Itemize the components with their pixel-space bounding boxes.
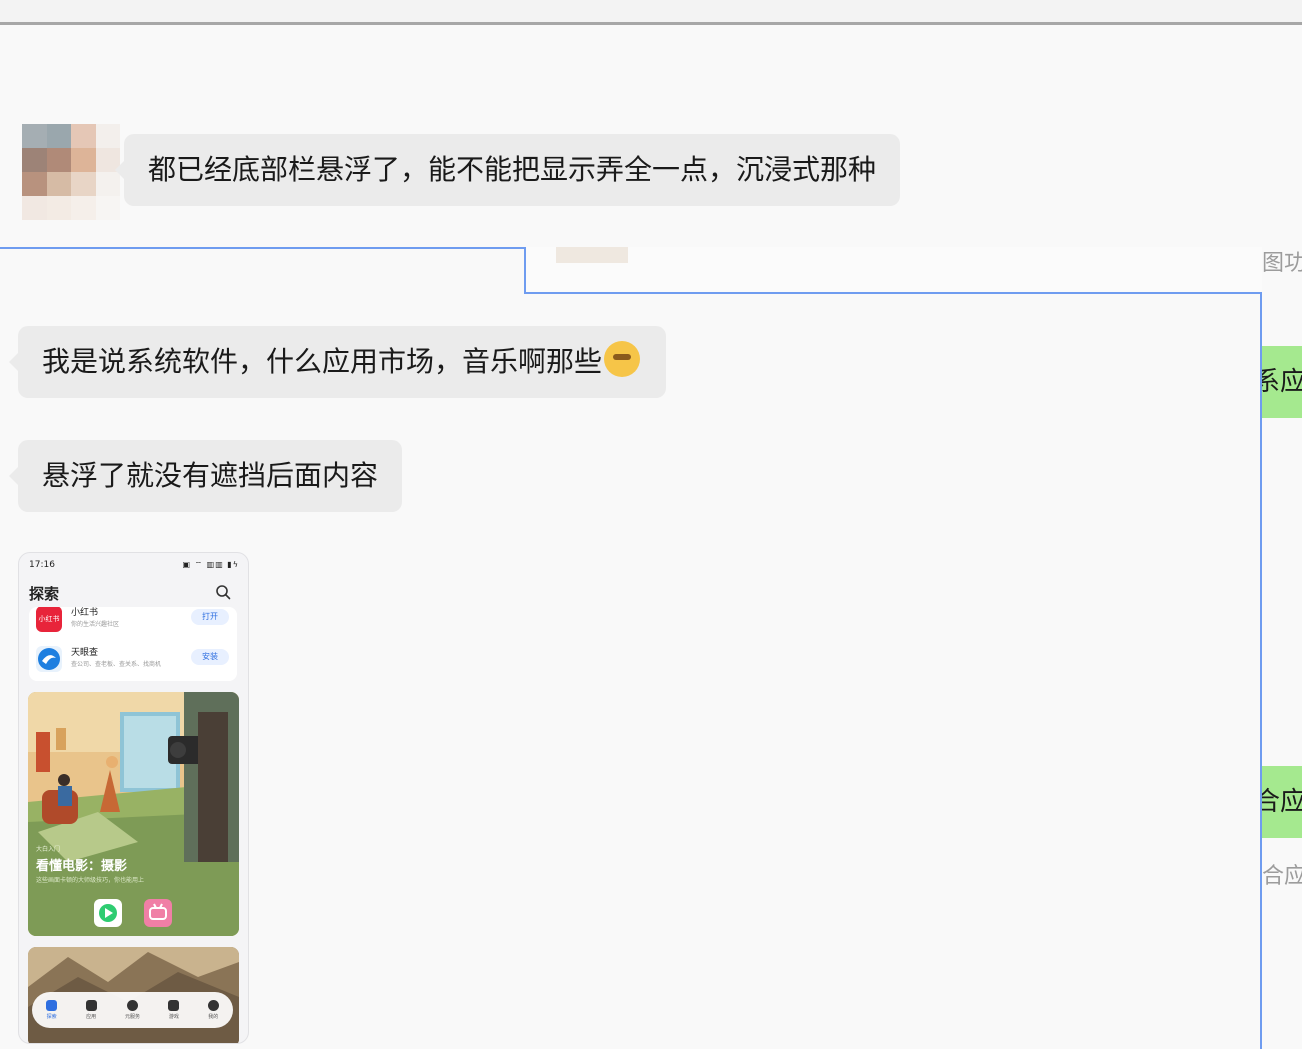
banner-desc: 这些画面卡顿的大师级技巧，你也能用上 bbox=[36, 877, 145, 884]
chat-message[interactable]: 我是说系统软件，什么应用市场，音乐啊那些 bbox=[9, 326, 666, 398]
app-desc: 你的生活兴趣社区 bbox=[71, 621, 120, 628]
home-icon bbox=[46, 1000, 58, 1011]
app-name: 天眼查 bbox=[71, 648, 99, 658]
install-button[interactable]: 安装 bbox=[191, 649, 229, 665]
bottom-tab-bar: 探索 应用 元服务 游戏 我的 bbox=[32, 992, 233, 1028]
xiaohongshu-icon: 小红书 bbox=[36, 607, 62, 632]
tab-label: 应用 bbox=[86, 1014, 97, 1020]
featured-banner[interactable]: 大白入门 看懂电影：摄影 这些画面卡顿的大师级技巧，你也能用上 bbox=[28, 692, 239, 936]
status-time: 17:16 bbox=[29, 560, 55, 570]
screenshot-image[interactable]: 17:16 ▣ ⌔ ▥▥ ▮ϟ 探索 小红书 小红书 你的生活兴趣社区 打开 天… bbox=[18, 552, 249, 1044]
self-message-bubble[interactable]: 系应用 bbox=[1262, 346, 1302, 418]
video-app-icon[interactable] bbox=[94, 899, 122, 927]
services-icon bbox=[126, 1000, 138, 1011]
edge-text: 合应 bbox=[1262, 864, 1302, 889]
banner-title: 看懂电影：摄影 bbox=[36, 859, 128, 874]
bilibili-icon[interactable] bbox=[144, 899, 172, 927]
tab-apps[interactable]: 应用 bbox=[85, 1000, 97, 1020]
self-message-text: 系应用 bbox=[1262, 367, 1302, 397]
status-icons: ▣ ⌔ ▥▥ ▮ϟ bbox=[182, 560, 239, 569]
search-icon bbox=[216, 585, 231, 600]
chat-message[interactable]: 都已经底部栏悬浮了，能不能把显示弄全一点，沉浸式那种 bbox=[115, 134, 900, 206]
tab-label: 我的 bbox=[208, 1014, 219, 1020]
banner-illustration bbox=[28, 692, 239, 936]
quote-thumbnail bbox=[556, 247, 628, 263]
apps-icon bbox=[85, 1000, 97, 1011]
tab-label: 元服务 bbox=[124, 1014, 140, 1020]
self-message-bubble[interactable]: 合应用 bbox=[1262, 766, 1302, 838]
tab-label: 探索 bbox=[46, 1014, 57, 1020]
user-icon bbox=[207, 1000, 219, 1011]
gamepad-icon bbox=[168, 1000, 180, 1011]
app-list: 小红书 小红书 你的生活兴趣社区 打开 天眼查 查公司、查老板、查关系、找商机 … bbox=[29, 607, 237, 681]
chat-message-text: 我是说系统软件，什么应用市场，音乐啊那些 bbox=[42, 345, 603, 378]
avatar[interactable] bbox=[22, 124, 120, 220]
self-message-text: 合应用 bbox=[1262, 787, 1302, 817]
open-button[interactable]: 打开 bbox=[191, 609, 229, 625]
tab-games[interactable]: 游戏 bbox=[168, 1000, 180, 1020]
quoted-message[interactable] bbox=[524, 247, 1262, 294]
tab-label: 游戏 bbox=[168, 1014, 179, 1020]
tab-services[interactable]: 元服务 bbox=[125, 1000, 140, 1020]
chat-message[interactable]: 悬浮了就没有遮挡后面内容 bbox=[9, 440, 402, 512]
banner-subtitle: 大白入门 bbox=[36, 846, 61, 853]
tab-me[interactable]: 我的 bbox=[207, 1000, 219, 1020]
list-item[interactable]: 天眼查 查公司、查老板、查关系、找商机 安装 bbox=[29, 641, 237, 675]
app-desc: 查公司、查老板、查关系、找商机 bbox=[71, 661, 162, 668]
list-item[interactable]: 小红书 小红书 你的生活兴趣社区 打开 bbox=[29, 607, 237, 635]
tab-explore[interactable]: 探索 bbox=[46, 1000, 58, 1020]
top-bar bbox=[0, 0, 1302, 25]
emoji-icon bbox=[604, 341, 641, 377]
page-title: 探索 bbox=[29, 585, 60, 603]
app-name: 小红书 bbox=[71, 608, 99, 618]
tianyancha-icon bbox=[36, 646, 62, 672]
edge-text: 图功 bbox=[1262, 251, 1302, 276]
